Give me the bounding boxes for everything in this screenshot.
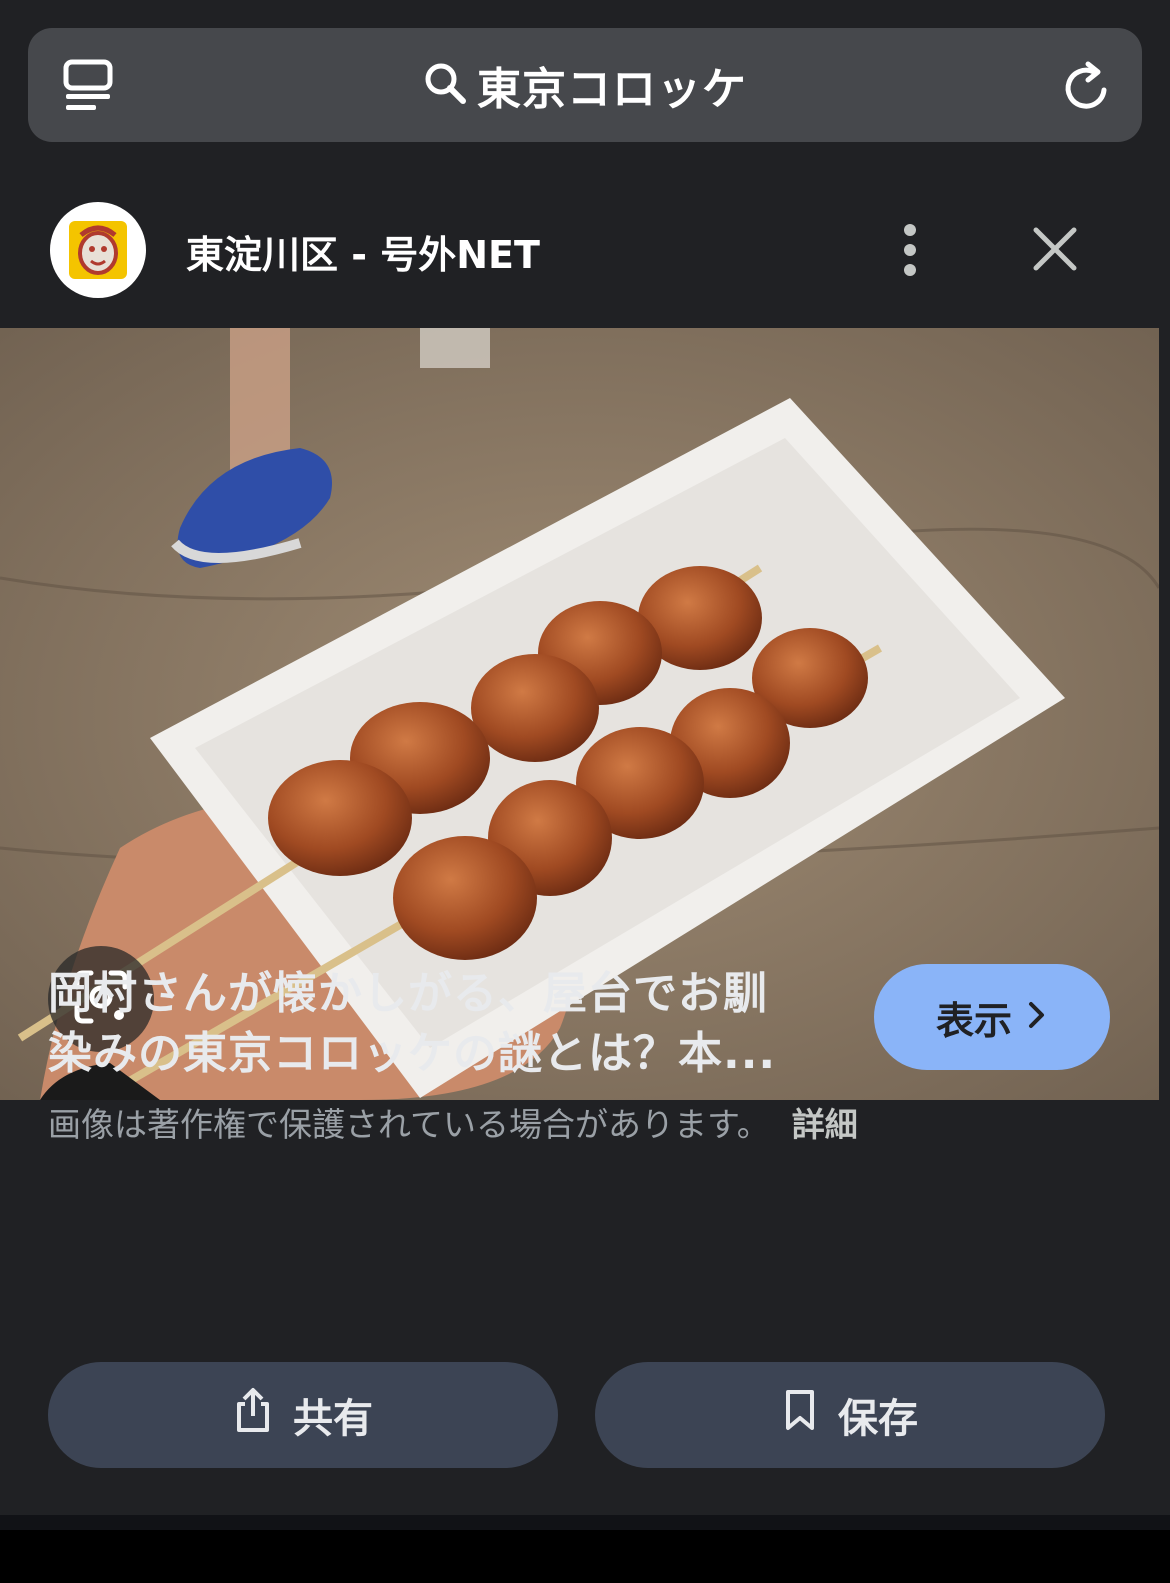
bookmark-icon <box>782 1388 818 1442</box>
save-button[interactable]: 保存 <box>595 1362 1105 1468</box>
save-label: 保存 <box>838 1396 918 1442</box>
details-link[interactable]: 詳細 <box>792 1105 858 1144</box>
result-caption[interactable]: 岡村さんが懐かしがる、屋台でお馴 染みの東京コロッケの謎とは？本... <box>48 964 838 1084</box>
top-bar: 東京コロッケ <box>0 0 1170 172</box>
close-icon[interactable] <box>1030 224 1080 274</box>
image-preview-panel: 東淀川区 - 号外NET <box>0 172 1170 1530</box>
share-button[interactable]: 共有 <box>48 1362 558 1468</box>
view-button-label: 表示 <box>935 998 1012 1043</box>
bottom-bar <box>0 1530 1170 1583</box>
chevron-right-icon <box>1026 995 1048 1039</box>
share-icon <box>233 1386 273 1444</box>
more-vert-icon[interactable] <box>890 220 930 280</box>
caption-line-2: 染みの東京コロッケの謎とは？本... <box>48 1028 777 1079</box>
caption-line-1: 岡村さんが懐かしがる、屋台でお馴 <box>48 968 768 1019</box>
search-icon <box>423 61 467 109</box>
reload-icon[interactable] <box>1060 56 1116 116</box>
search-box[interactable]: 東京コロッケ <box>28 28 1142 142</box>
site-favicon <box>50 202 146 298</box>
share-label: 共有 <box>293 1396 373 1442</box>
source-title[interactable]: 東淀川区 - 号外NET <box>186 224 540 279</box>
search-query[interactable]: 東京コロッケ <box>477 53 747 117</box>
copyright-notice: 画像は著作権で保護されている場合があります。 詳細 <box>48 1098 858 1146</box>
copyright-text: 画像は著作権で保護されている場合があります。 <box>48 1105 770 1144</box>
source-row[interactable]: 東淀川区 - 号外NET <box>0 172 1170 330</box>
view-button[interactable]: 表示 <box>874 964 1110 1070</box>
